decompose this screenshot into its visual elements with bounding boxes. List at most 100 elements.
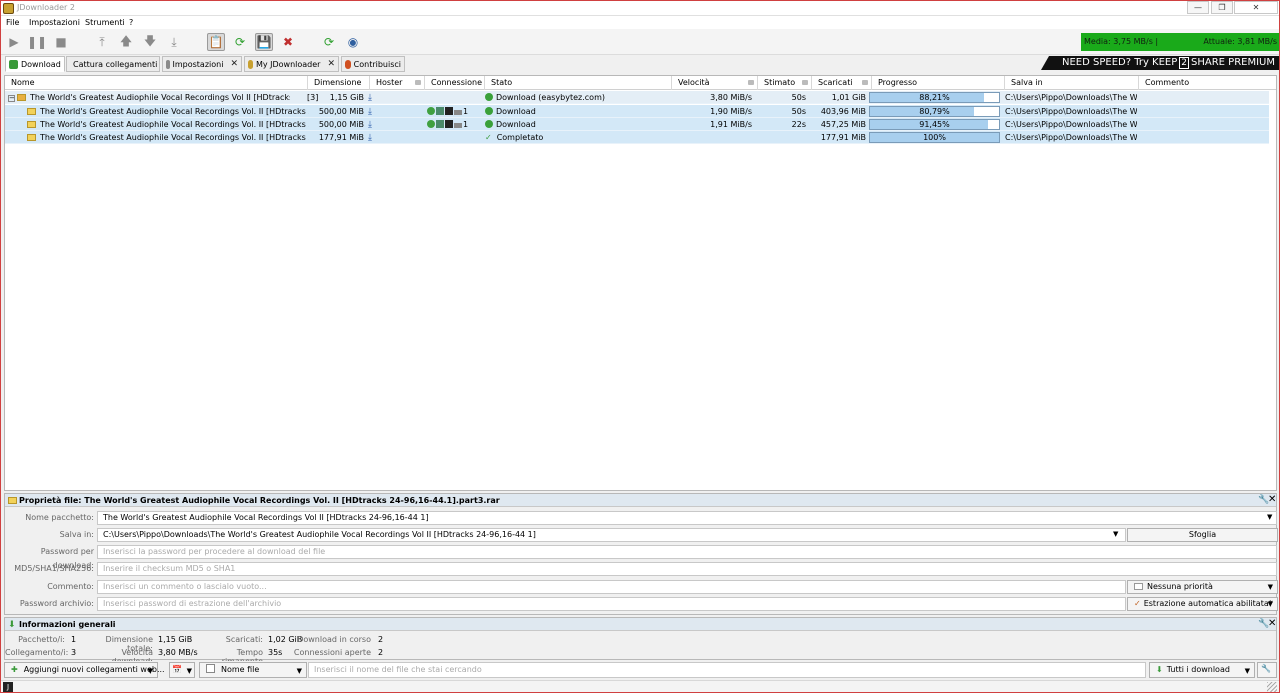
file-connection: 1 [427,105,485,118]
connections-label: Connessioni aperte [293,648,371,657]
clipboard-icon[interactable]: 📋 [207,33,225,51]
menu-settings[interactable]: Impostazioni [29,18,80,27]
file-row[interactable]: The World's Greatest Audiophile Vocal Re… [5,118,1269,131]
search-input[interactable]: Inserisci il nome del file che stai cerc… [308,662,1146,678]
chevron-down-icon: ▼ [147,667,153,675]
file-loaded: 177,91 MiB [820,133,866,142]
col-connection[interactable]: Connessione [425,76,485,90]
move-down-icon[interactable]: 🡇 [141,33,159,51]
chunk-icon [436,107,444,115]
close-button[interactable]: ✕ [1234,1,1278,14]
browse-button[interactable]: Sfoglia [1127,528,1278,542]
file-row[interactable]: The World's Greatest Audiophile Vocal Re… [5,131,1269,144]
move-bottom-icon[interactable]: ⤓ [165,33,183,51]
comment-label: Commento: [47,582,94,591]
tab-settings-close-icon[interactable]: ✕ [230,59,238,69]
chunk-icon [436,120,444,128]
comment-field[interactable]: Inserisci un commento o lascialo vuoto..… [97,580,1126,594]
app-icon [3,3,14,14]
col-size[interactable]: Dimensione [308,76,370,90]
start-icon[interactable]: ▶ [5,33,23,51]
premium-icon[interactable]: 💾 [255,33,273,51]
checksum-field[interactable]: Inserire il checksum MD5 o SHA1 [97,562,1277,576]
folder-icon [8,497,17,504]
bandwidth-icon [454,123,462,128]
move-top-icon[interactable]: ⤒ [93,33,111,51]
file-eta: 22s [791,120,806,129]
bandwidth-icon [454,110,462,115]
stop-icon[interactable]: ■ [52,33,70,51]
col-loaded[interactable]: Scaricati [812,76,872,90]
filter-settings-button[interactable]: 🔧 [1257,662,1277,678]
collapse-icon[interactable]: − [8,95,15,102]
update-icon[interactable]: ⟳ [320,33,338,51]
menu-bar: File Impostazioni Strumenti ? [1,16,1279,29]
col-comment[interactable]: Commento [1139,76,1276,90]
menu-tools[interactable]: Strumenti [85,18,125,27]
col-status[interactable]: Stato [485,76,672,90]
download-password-field[interactable]: Inserisci la password per procedere al d… [97,545,1277,559]
file-row[interactable]: The World's Greatest Audiophile Vocal Re… [5,105,1269,118]
col-speed[interactable]: Velocità [672,76,758,90]
my-jdownloader-icon [248,59,253,69]
menu-file[interactable]: File [6,18,19,27]
package-row[interactable]: − The World's Greatest Audiophile Vocal R… [5,91,1269,104]
col-save-to[interactable]: Salva in [1005,76,1139,90]
move-up-icon[interactable]: 🡅 [117,33,135,51]
col-name[interactable]: Nome [5,76,308,90]
speed-meter-icon[interactable]: ◉ [344,33,362,51]
tab-download[interactable]: Download [5,56,65,72]
view-select[interactable]: 📅 ▼ [169,662,195,678]
running-value: 2 [378,635,384,644]
auto-extract-select[interactable]: ✓ Estrazione automatica abilitata* ▼ [1127,597,1278,611]
priority-select[interactable]: Nessuna priorità ▼ [1127,580,1278,594]
package-name-field[interactable]: The World's Greatest Audiophile Vocal Re… [97,511,1277,525]
file-eta [758,131,806,144]
package-eta: 50s [791,93,806,102]
reconnect-icon[interactable]: ⟳ [231,33,249,51]
chevron-down-icon[interactable]: ▼ [1267,513,1272,521]
hoster-download-icon: ⤓ [368,93,372,103]
file-speed: 1,91 MiB/s [710,120,752,129]
packages-label: Pacchetto/i: [18,635,65,644]
download-list[interactable]: Nome Dimensione Hoster Connessione Stato… [4,75,1277,491]
plugin-icon [445,120,453,128]
tab-contribute[interactable]: Contribuisci [341,56,405,72]
panel-close-icon[interactable]: ✕ [1268,494,1276,505]
priority-icon [1134,583,1143,590]
save-to-field[interactable]: C:\Users\Pippo\Downloads\The World's Gre… [97,528,1126,542]
tab-settings[interactable]: Impostazioni ✕ [162,56,242,72]
download-icon: ⬇ [1156,665,1163,674]
add-links-button[interactable]: ✚ Aggiungi nuovi collegamenti web... ▼ [4,662,165,678]
minimize-button[interactable]: — [1187,1,1209,14]
menu-help[interactable]: ? [129,18,133,27]
all-downloads-button[interactable]: ⬇ Tutti i download ▼ [1149,662,1255,678]
pause-icon[interactable]: ❚❚ [27,33,47,51]
save-to-label: Salva in: [59,530,94,539]
package-path: C:\Users\Pippo\Downloads\The Wo... [1005,93,1137,102]
silent-mode-icon[interactable]: ✖ [279,33,297,51]
col-eta[interactable]: Stimato [758,76,812,90]
premium-banner[interactable]: NEED SPEED? Try KEEP 2 SHARE PREMIUM [1041,56,1279,70]
download-icon: ⬇ [8,620,16,630]
col-progress[interactable]: Progresso [872,76,1005,90]
chevron-down-icon: ▼ [296,667,302,675]
tab-my-jdownloader-close-icon[interactable]: ✕ [327,59,335,69]
archive-password-field[interactable]: Inserisci password di estrazione dell'ar… [97,597,1126,611]
tab-my-jdownloader[interactable]: My JDownloader ✕ [244,56,339,72]
tab-link-grabber[interactable]: Cattura collegamenti [66,56,160,72]
running-label: Download in corso [297,635,371,644]
resize-grip-icon[interactable] [1267,682,1277,692]
file-status: Download [496,120,536,129]
file-size: 177,91 MiB [318,133,364,142]
col-hoster[interactable]: Hoster [370,76,425,90]
bottom-bar: ✚ Aggiungi nuovi collegamenti web... ▼ 📅 ▼ … [1,661,1279,679]
file-path: C:\Users\Pippo\Downloads\The Wo... [1005,133,1137,142]
panel-close-icon[interactable]: ✕ [1268,618,1276,629]
file-size: 500,00 MiB [318,120,364,129]
file-icon [27,121,36,128]
chevron-down-icon[interactable]: ▼ [1113,530,1118,538]
maximize-button[interactable]: ❐ [1211,1,1233,14]
file-icon [27,108,36,115]
search-type-select[interactable]: Nome file ▼ [199,662,307,678]
